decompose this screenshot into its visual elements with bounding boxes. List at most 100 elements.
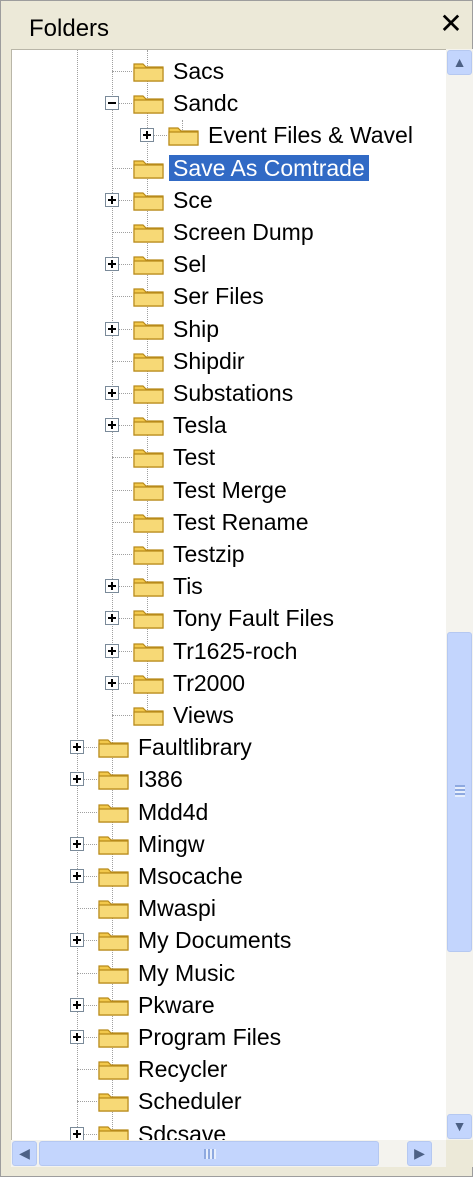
folder-icon — [133, 192, 164, 211]
collapse-icon[interactable] — [105, 96, 119, 111]
tree-item[interactable]: Sel — [12, 248, 447, 280]
tree-item-label: Testzip — [173, 541, 245, 567]
expand-icon[interactable] — [105, 192, 119, 207]
expand-icon[interactable] — [70, 740, 84, 755]
tree-item-label: Recycler — [138, 1056, 228, 1083]
folder-icon — [133, 95, 164, 114]
tree-item[interactable]: Testzip — [12, 538, 447, 570]
tree-item[interactable]: Ship — [12, 313, 447, 345]
tree-item[interactable]: My Music — [12, 957, 447, 989]
tree-item[interactable]: Recycler — [12, 1053, 447, 1085]
tree-item-label: Screen Dump — [173, 219, 314, 245]
expand-icon[interactable] — [105, 386, 119, 400]
tree-item-label: Event Files & Wavel — [208, 122, 413, 149]
tree-item[interactable]: Mingw — [12, 828, 447, 860]
folder-icon — [168, 127, 199, 146]
tree-item-label-selected: Save As Comtrade — [168, 153, 370, 182]
tree-item[interactable]: Sce — [12, 184, 447, 216]
pane-title: Folders — [29, 15, 110, 42]
tree-item-label: Ship — [173, 315, 220, 342]
tree-item[interactable]: Ser Files — [12, 280, 447, 312]
grip-icon — [455, 785, 465, 797]
tree-item[interactable]: Tis — [12, 570, 447, 602]
vertical-scrollbar[interactable]: ▲ ▼ — [446, 49, 473, 1140]
tree-item-label: Sdcsave — [138, 1120, 227, 1141]
folder-icon — [133, 224, 164, 243]
folder-icon — [133, 63, 164, 82]
tree-item[interactable]: Screen Dump — [12, 216, 447, 248]
tree-item[interactable]: Faultlibrary — [12, 731, 447, 763]
tree-item[interactable]: Test — [12, 441, 447, 473]
expand-icon[interactable] — [105, 257, 119, 272]
scroll-right-button[interactable]: ▶ — [407, 1141, 432, 1166]
tree-connector — [77, 1101, 97, 1103]
tree-connector — [112, 554, 132, 555]
tree-connector — [112, 715, 132, 716]
tree-item[interactable]: Event Files & Wavel — [12, 119, 447, 151]
tree-connector — [77, 972, 97, 974]
expand-icon[interactable] — [70, 997, 84, 1012]
expand-icon[interactable] — [70, 1030, 84, 1044]
tree-connector — [112, 360, 132, 362]
horizontal-scroll-thumb[interactable] — [39, 1141, 379, 1166]
folder-icon — [133, 353, 164, 372]
tree-item[interactable]: I386 — [12, 763, 447, 795]
folder-icon — [98, 868, 129, 887]
horizontal-scrollbar[interactable]: ◀ ▶ — [11, 1140, 446, 1167]
tree-item[interactable]: Program Files — [12, 1021, 447, 1053]
folder-icon — [98, 803, 129, 823]
folder-icon — [133, 514, 164, 533]
vertical-scroll-thumb[interactable] — [447, 632, 472, 952]
tree-item[interactable]: Substations — [12, 377, 447, 409]
folder-icon — [133, 288, 164, 307]
tree-item[interactable]: Tony Fault Files — [12, 602, 447, 634]
expand-icon[interactable] — [105, 418, 119, 433]
folder-icon — [133, 320, 164, 340]
folder-icon — [98, 1061, 129, 1080]
tree-item-label: Sce — [173, 186, 213, 213]
tree-item[interactable]: Views — [12, 699, 447, 731]
tree-item-label: I386 — [138, 766, 183, 793]
tree-item[interactable]: Test Rename — [12, 506, 447, 538]
expand-icon[interactable] — [105, 643, 119, 658]
expand-icon[interactable] — [140, 128, 154, 143]
folder-tree[interactable]: Sacs Sandc Event Files & Wavel Save As Comt… — [11, 49, 447, 1141]
tree-item[interactable]: Save As Comtrade — [12, 152, 447, 184]
expand-icon[interactable] — [70, 1126, 84, 1141]
tree-item-label: Mdd4d — [138, 798, 209, 825]
close-icon[interactable]: ✕ — [438, 10, 464, 38]
tree-item-label: Test Rename — [173, 508, 309, 535]
expand-icon[interactable] — [105, 321, 119, 336]
tree-item[interactable]: Test Merge — [12, 474, 447, 506]
expand-icon[interactable] — [105, 675, 119, 690]
tree-item[interactable]: My Documents — [12, 924, 447, 956]
folder-icon — [98, 1093, 129, 1112]
tree-item[interactable]: Sacs — [12, 55, 447, 87]
folder-icon — [133, 642, 164, 662]
tree-item-label: My Music — [138, 959, 236, 986]
tree-item[interactable]: Tesla — [12, 409, 447, 441]
tree-connector — [112, 457, 132, 459]
tree-item[interactable]: Pkware — [12, 989, 447, 1021]
tree-item[interactable]: Sdcsave — [12, 1118, 447, 1141]
tree-connector — [112, 167, 132, 169]
tree-connector — [112, 489, 132, 491]
tree-item[interactable]: Mdd4d — [12, 796, 447, 828]
tree-item[interactable]: Tr2000 — [12, 667, 447, 699]
tree-item[interactable]: Shipdir — [12, 345, 447, 377]
scroll-up-button[interactable]: ▲ — [447, 50, 472, 75]
tree-item-label: Views — [173, 702, 234, 728]
expand-icon[interactable] — [105, 579, 119, 594]
expand-icon[interactable] — [70, 836, 84, 851]
expand-icon[interactable] — [70, 933, 84, 948]
tree-item[interactable]: Scheduler — [12, 1085, 447, 1117]
tree-item[interactable]: Msocache — [12, 860, 447, 892]
expand-icon[interactable] — [70, 869, 84, 883]
expand-icon[interactable] — [105, 611, 119, 626]
scroll-down-button[interactable]: ▼ — [447, 1114, 472, 1139]
scroll-left-button[interactable]: ◀ — [12, 1141, 37, 1166]
tree-item[interactable]: Tr1625-roch — [12, 635, 447, 667]
tree-item[interactable]: Mwaspi — [12, 892, 447, 924]
tree-item[interactable]: Sandc — [12, 87, 447, 119]
expand-icon[interactable] — [70, 772, 84, 787]
